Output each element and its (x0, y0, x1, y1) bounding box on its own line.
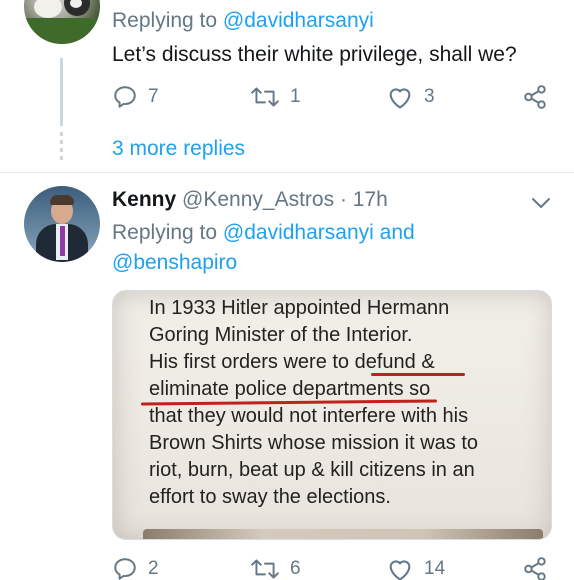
tweet-actions: 7 1 3 (112, 84, 552, 114)
like-count: 3 (424, 86, 435, 107)
replying-to-label: Replying to (112, 221, 223, 244)
retweet-count: 6 (290, 558, 301, 579)
reply-icon (114, 86, 136, 108)
like-button[interactable]: 3 (386, 84, 435, 110)
share-button[interactable] (522, 556, 548, 580)
user-handle[interactable]: @Kenny_Astros (182, 188, 334, 211)
like-icon (389, 88, 411, 109)
like-icon (389, 560, 411, 580)
separator: · (339, 188, 347, 211)
thread-dots (60, 132, 63, 162)
reply-button[interactable]: 2 (112, 556, 159, 580)
timestamp[interactable]: 17h (353, 188, 388, 211)
chevron-down-icon[interactable] (530, 196, 552, 210)
replying-to: Replying to @davidharsanyi and (112, 220, 415, 246)
reply-count: 2 (148, 558, 159, 579)
replying-to-label: Replying to (112, 9, 223, 32)
tweet-header: Kenny @Kenny_Astros · 17h (112, 186, 388, 214)
image-text-line: effort to sway the elections. (149, 486, 391, 508)
retweet-count: 1 (290, 86, 301, 107)
avatar-photo-part (60, 226, 65, 256)
tweet-actions: 2 6 14 (112, 556, 552, 580)
image-text-line: Goring Minister of the Interior. (149, 324, 413, 346)
avatar-photo-part (34, 0, 62, 18)
tweet-image[interactable]: In 1933 Hitler appointed Hermann Goring … (112, 290, 552, 540)
image-text-line: In 1933 Hitler appointed Hermann (149, 297, 450, 319)
replying-to: Replying to @davidharsanyi (112, 8, 374, 34)
retweet-icon (251, 87, 279, 107)
share-icon (524, 85, 546, 109)
image-text-line: His first orders were to defund & (149, 351, 435, 373)
share-icon (524, 557, 546, 580)
tweet-text: Let’s discuss their white privilege, sha… (112, 43, 517, 66)
retweet-icon (251, 559, 279, 579)
image-text-line: riot, burn, beat up & kill citizens in a… (149, 459, 475, 481)
avatar[interactable] (24, 186, 100, 262)
share-button[interactable] (522, 84, 548, 110)
like-button[interactable]: 14 (386, 556, 445, 580)
reply-count: 7 (148, 86, 159, 107)
retweet-button[interactable]: 6 (250, 556, 301, 580)
thread-line (60, 58, 63, 126)
divider (0, 172, 574, 173)
avatar-photo-part (50, 195, 74, 205)
replying-to-second: @benshapiro (112, 250, 237, 276)
replying-to-and: and (373, 221, 415, 244)
avatar-photo-part (24, 18, 100, 44)
image-edge (143, 529, 543, 539)
reply-button[interactable]: 7 (112, 84, 159, 110)
image-text-line: that they would not interfere with his (149, 405, 469, 427)
display-name[interactable]: Kenny (112, 188, 176, 211)
mention-link[interactable]: @benshapiro (112, 251, 237, 274)
mention-link[interactable]: @davidharsanyi (223, 9, 374, 32)
more-replies-link[interactable]: 3 more replies (112, 136, 245, 162)
reply-icon (114, 558, 136, 580)
mention-link[interactable]: @davidharsanyi (223, 221, 374, 244)
retweet-button[interactable]: 1 (250, 84, 301, 110)
image-text-line: Brown Shirts whose mission it was to (149, 432, 479, 454)
like-count: 14 (424, 558, 446, 579)
avatar[interactable] (24, 0, 100, 44)
image-text-line: eliminate police departments so (149, 378, 431, 400)
